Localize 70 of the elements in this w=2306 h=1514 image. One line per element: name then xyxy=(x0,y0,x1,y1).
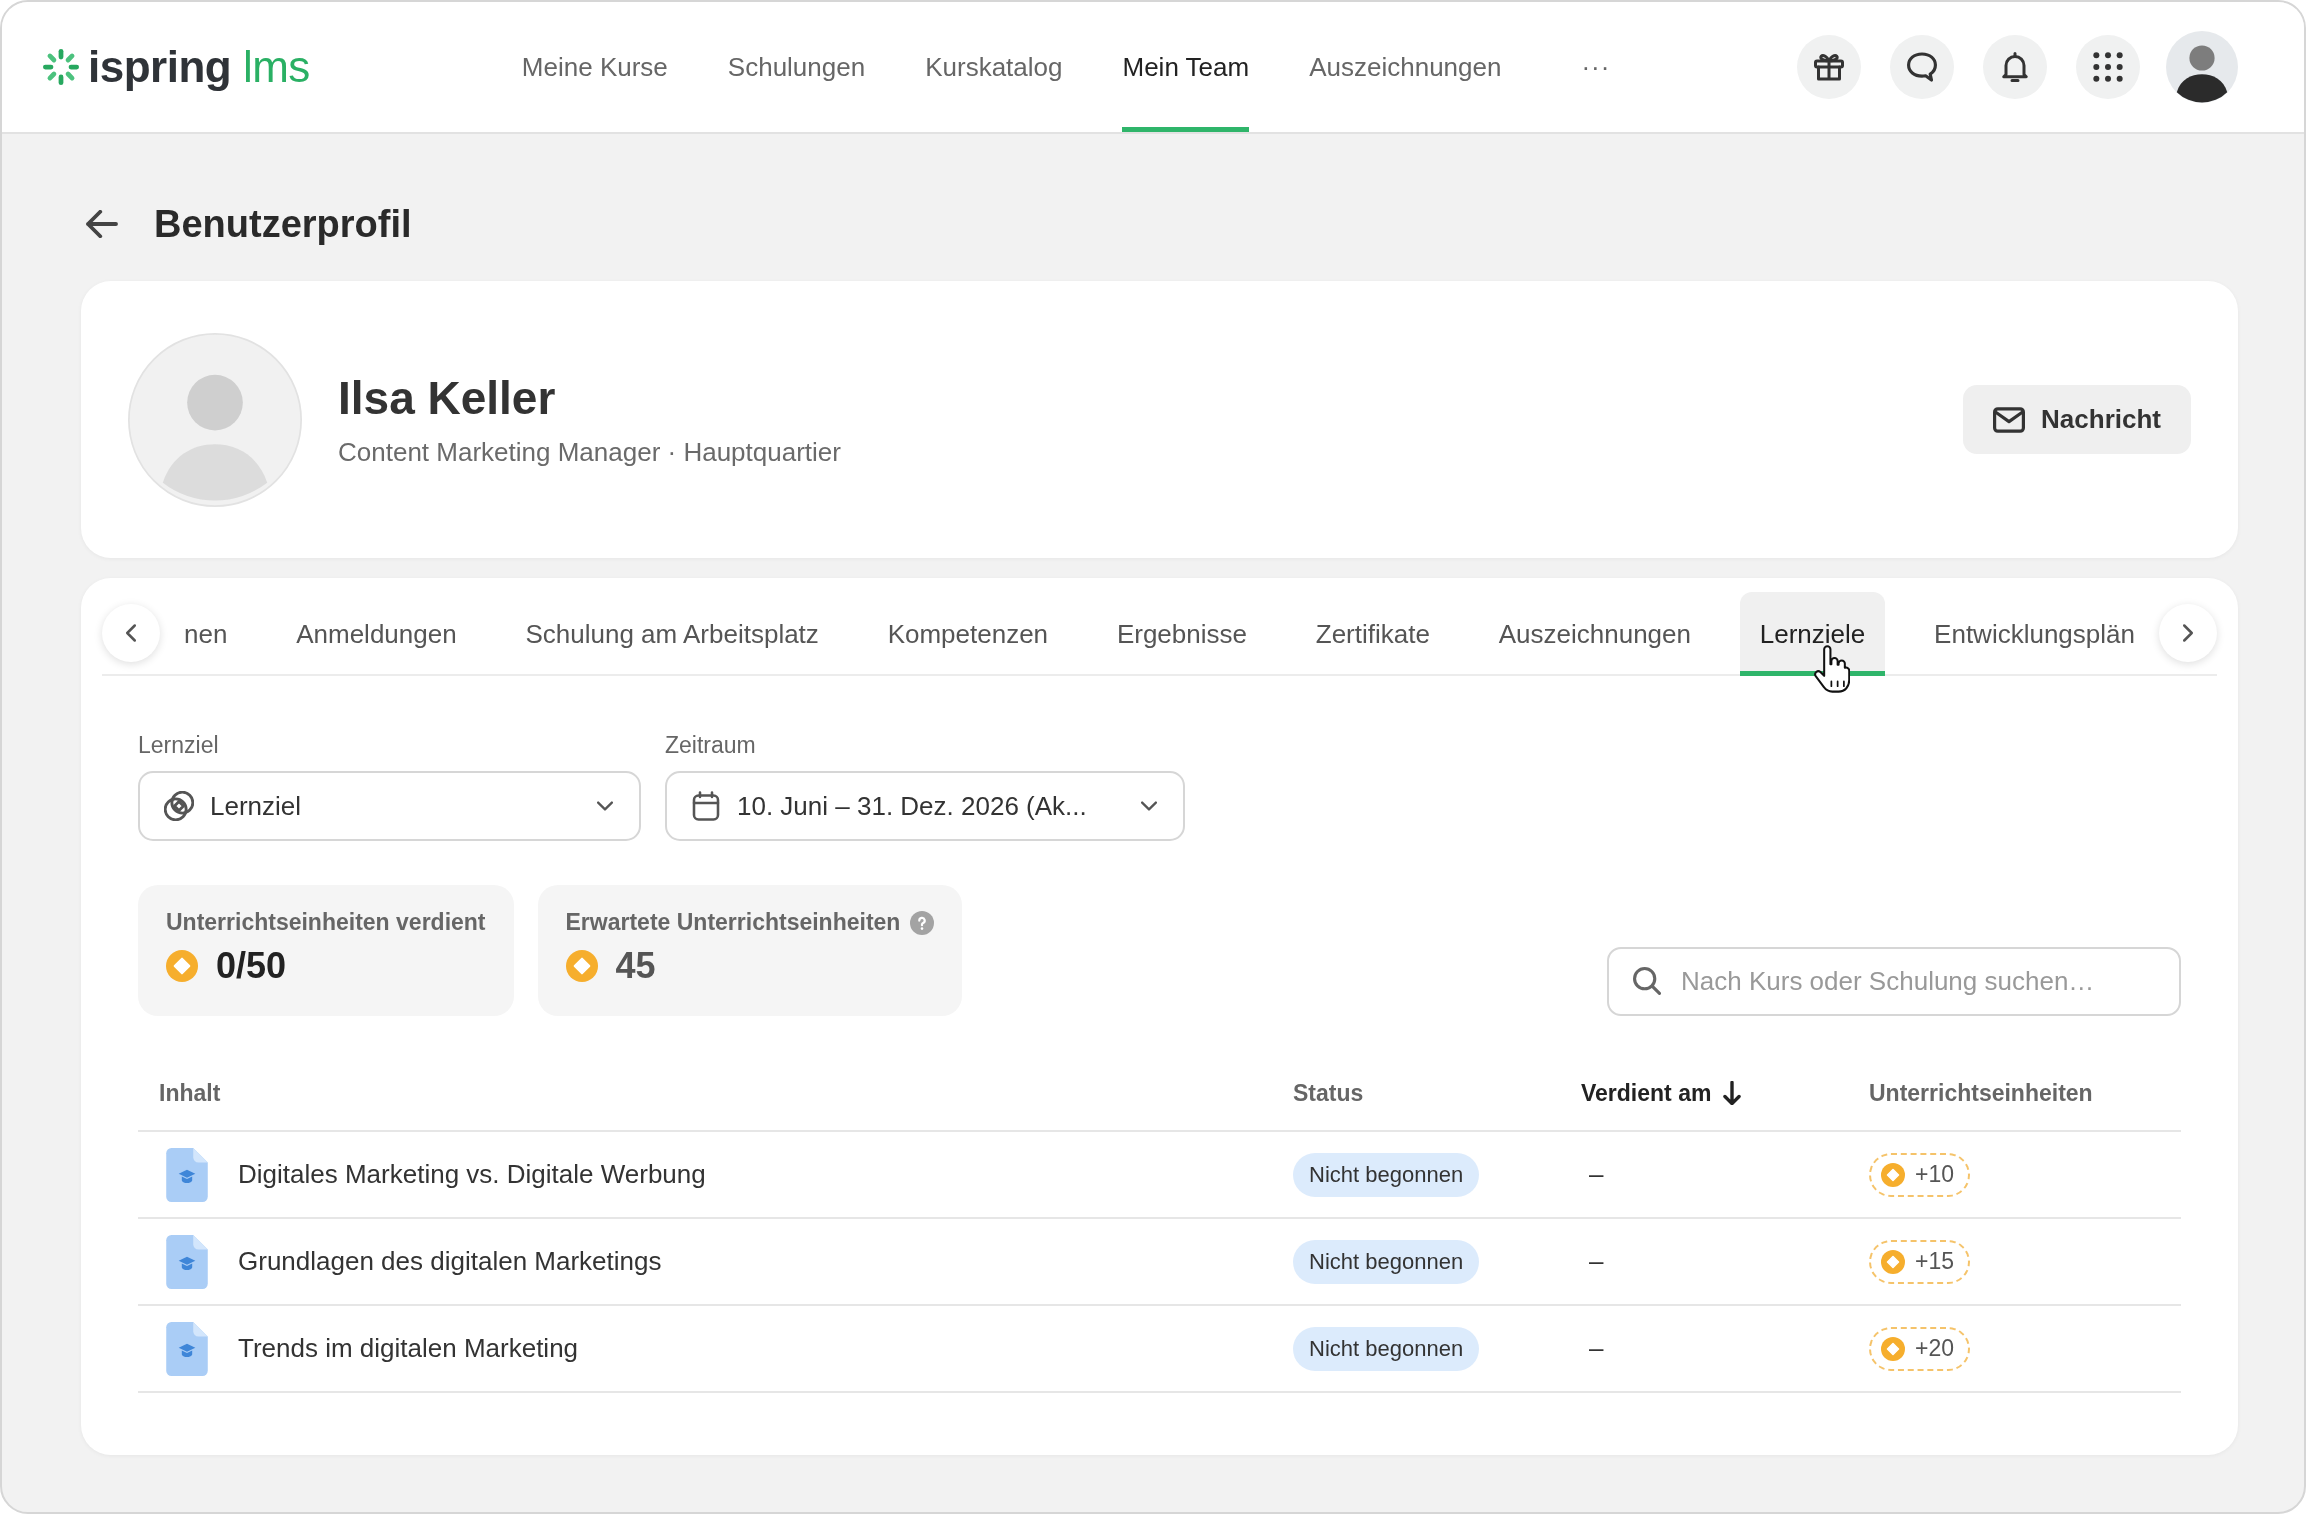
coin-icon xyxy=(1881,1249,1905,1274)
field-label: Lernziel xyxy=(138,731,220,759)
tab[interactable]: Zertifikate xyxy=(1295,592,1450,676)
table-cell-text: – xyxy=(1588,1246,1604,1277)
chevron-left-icon xyxy=(126,624,136,642)
points-value: +20 xyxy=(1915,1335,1954,1362)
coin-icon xyxy=(1881,1162,1905,1187)
nav-link[interactable]: Auszeichnungen xyxy=(1309,2,1502,132)
user-subtitle: Content Marketing Manager · Hauptquartier xyxy=(338,436,841,468)
search-field[interactable]: Nach Kurs oder Schulung suchen… xyxy=(1607,947,2181,1016)
nav-link[interactable]: Meine Kurse xyxy=(521,2,668,132)
user-name: Ilsa Keller xyxy=(338,371,557,427)
target-icon xyxy=(164,791,194,821)
nav-link[interactable]: Schulungen xyxy=(727,2,866,132)
points-value: +10 xyxy=(1915,1161,1954,1188)
tab[interactable]: nen xyxy=(164,592,248,676)
back-arrow-icon[interactable] xyxy=(86,210,118,238)
column-header[interactable]: Verdient am xyxy=(1560,1079,1742,1107)
course-document-icon xyxy=(166,1234,208,1289)
tab[interactable]: Ergebnisse xyxy=(1096,592,1267,676)
points-value: +15 xyxy=(1915,1248,1954,1275)
column-header[interactable]: Unterrichtseinheiten xyxy=(1848,1079,2093,1107)
more-button[interactable]: ··· xyxy=(1577,51,1615,83)
stat-value: 0/50 xyxy=(216,946,287,986)
tab[interactable]: Anmeldungen xyxy=(276,592,477,676)
search-icon xyxy=(1633,967,1661,995)
column-header[interactable]: Status xyxy=(1272,1079,1364,1107)
course-title[interactable]: Digitales Marketing vs. Digitale Werbung xyxy=(238,1159,706,1190)
coin-icon xyxy=(1881,1336,1905,1361)
stat-label: Unterrichtseinheiten verdient xyxy=(166,909,486,936)
course-title[interactable]: Trends im digitalen Marketing xyxy=(238,1333,579,1364)
dropdown-field[interactable]: 10. Juni – 31. Dez. 2026 (Ak... xyxy=(665,771,1185,841)
coin-icon xyxy=(166,949,198,982)
calendar-icon xyxy=(691,791,721,821)
bell-icon xyxy=(2000,52,2030,82)
coin-icon xyxy=(565,949,598,982)
tab[interactable]: Auszeichnungen xyxy=(1478,592,1711,676)
table-cell-text: – xyxy=(1588,1333,1604,1364)
course-document-icon xyxy=(166,1147,208,1202)
stat-value: 45 xyxy=(615,946,656,986)
chevron-down-icon xyxy=(1141,801,1157,811)
nav-link[interactable]: Mein Team xyxy=(1122,2,1250,132)
dropdown-field[interactable]: Lernziel xyxy=(138,771,641,841)
speech-bubble-icon xyxy=(1907,52,1937,82)
course-document-icon xyxy=(166,1321,208,1376)
mail-icon xyxy=(1993,406,2026,433)
chevron-right-icon xyxy=(2183,624,2193,642)
gift-icon xyxy=(1814,52,1844,82)
tab[interactable]: Lernziele xyxy=(1739,592,1886,676)
status-badge: Nicht begonnen xyxy=(1293,1152,1480,1197)
table-cell-text: – xyxy=(1588,1159,1604,1190)
logo-sparkle-icon[interactable] xyxy=(42,48,80,86)
nav-link[interactable]: Kurskatalog xyxy=(925,2,1063,132)
tab[interactable]: Schulung am Arbeitsplatz xyxy=(505,592,839,676)
message-button[interactable]: Nachricht xyxy=(1963,385,2191,454)
grid-icon xyxy=(2093,52,2123,82)
logo-wordmark[interactable]: ispring lms xyxy=(88,45,310,89)
tab[interactable]: Entwicklungsplän xyxy=(1914,592,2155,676)
tab[interactable]: Kompetenzen xyxy=(867,592,1069,676)
column-header[interactable]: Inhalt xyxy=(138,1079,221,1107)
page-title: Benutzerprofil xyxy=(154,202,412,246)
status-badge: Nicht begonnen xyxy=(1293,1239,1480,1284)
hand-cursor-icon xyxy=(1814,645,1850,693)
chevron-down-icon xyxy=(597,801,613,811)
user-avatar[interactable] xyxy=(2166,31,2238,103)
course-title[interactable]: Grundlagen des digitalen Marketings xyxy=(238,1246,662,1277)
stat-label: Erwartete Unterrichtseinheiten xyxy=(565,909,901,936)
status-badge: Nicht begonnen xyxy=(1293,1326,1480,1371)
sort-arrow-icon xyxy=(1723,1081,1742,1105)
field-label: Zeitraum xyxy=(665,731,757,759)
